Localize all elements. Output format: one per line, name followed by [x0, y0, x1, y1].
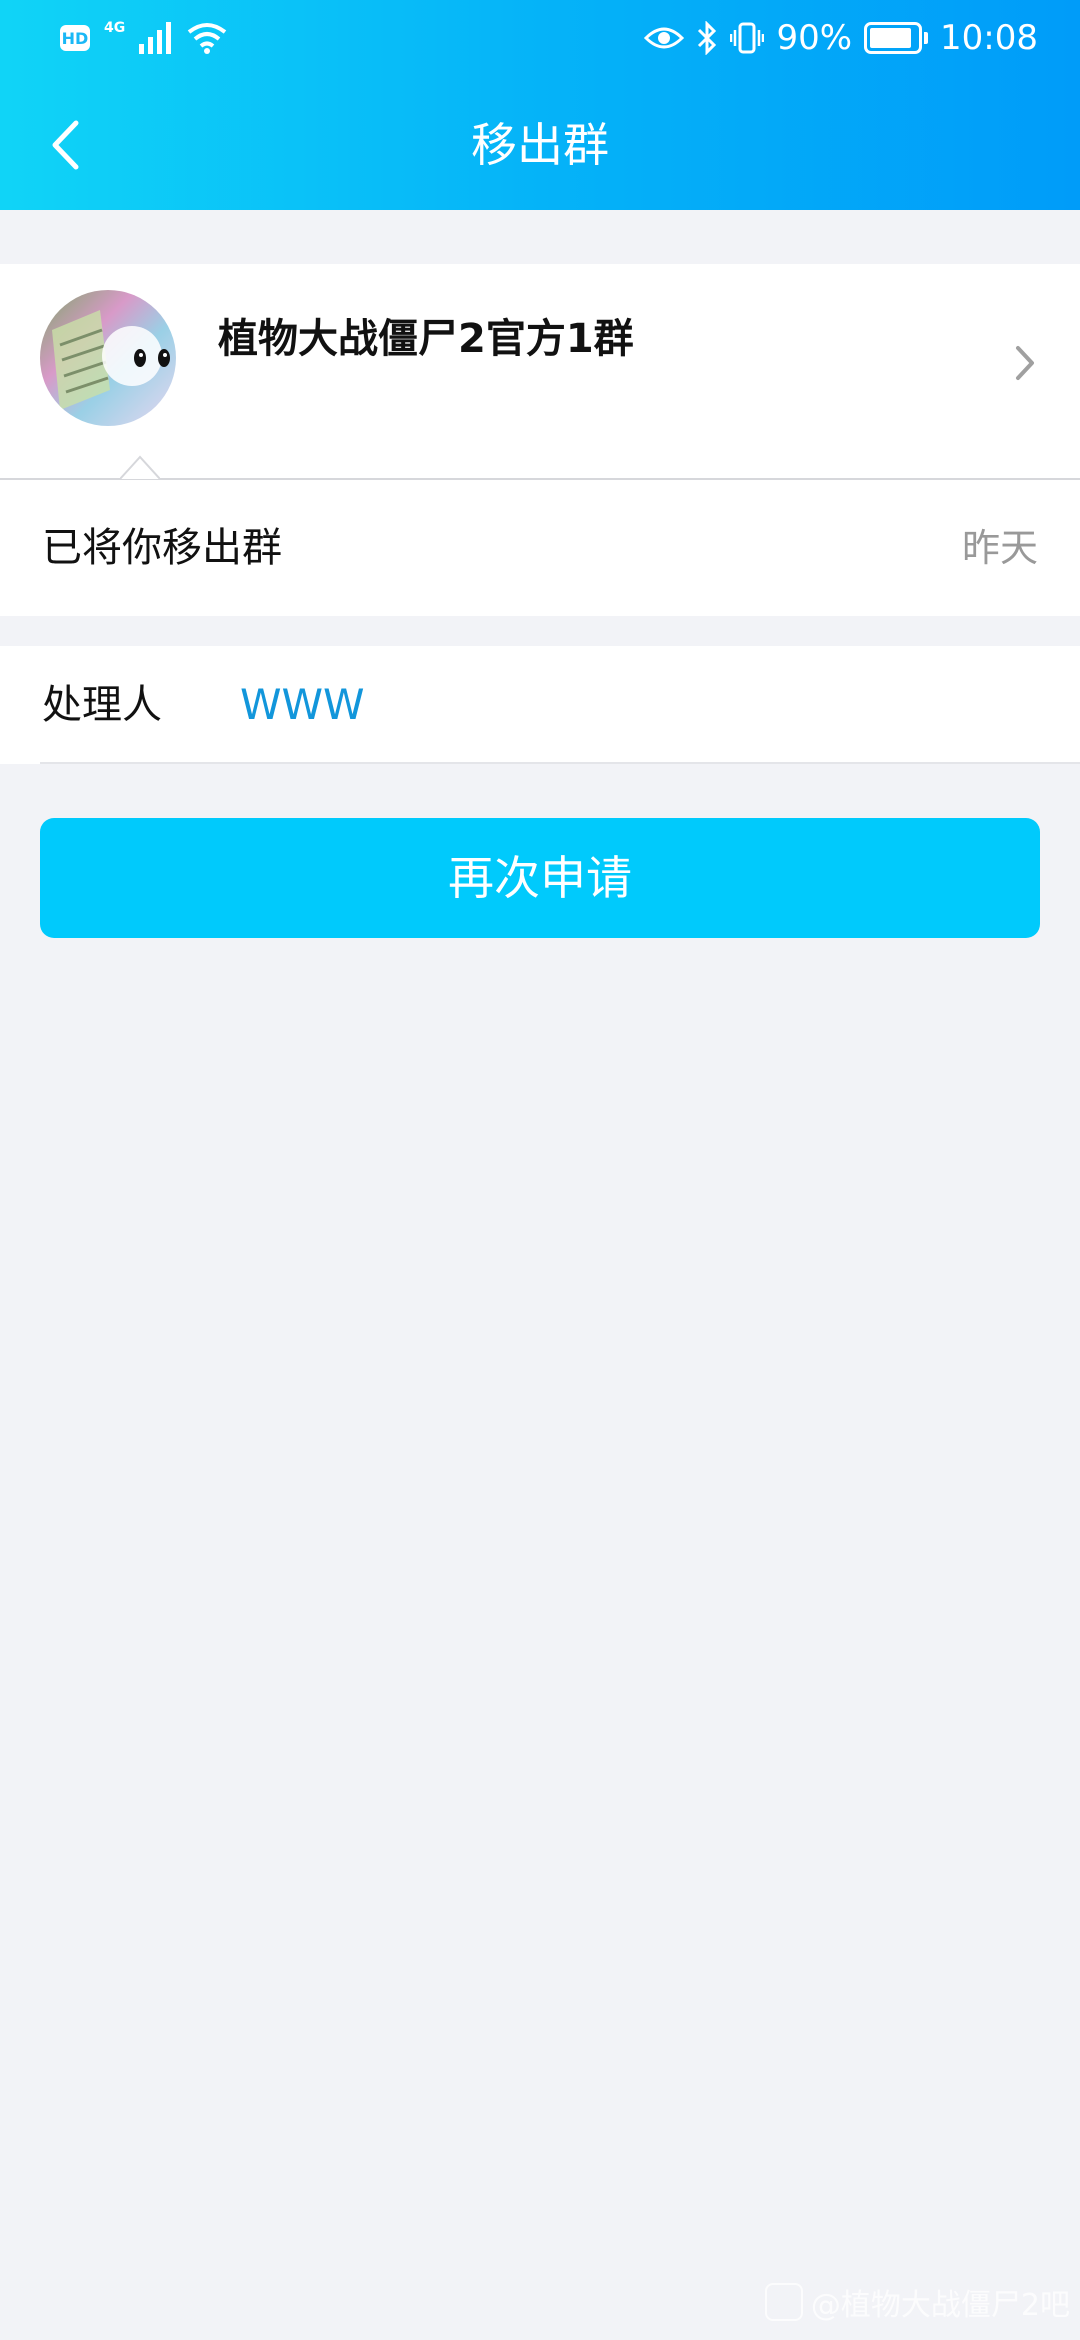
battery-icon — [864, 22, 929, 54]
status-bar: HD 4G 90% 10:08 — [0, 0, 1080, 80]
page-title: 移出群 — [471, 118, 609, 172]
bluetooth-icon — [698, 21, 717, 55]
apply-again-button[interactable]: 再次申请 — [40, 818, 1040, 938]
watermark-logo-icon — [764, 2283, 803, 2321]
group-info-row[interactable]: 植物大战僵尸2官方1群 — [0, 264, 1080, 480]
watermark-text: @植物大战僵尸2吧 — [810, 2288, 1070, 2323]
watermark: @植物大战僵尸2吧 — [764, 2280, 1070, 2324]
battery-percentage: 90% — [776, 18, 853, 58]
vibrate-icon — [730, 22, 765, 54]
network-type-label: 4G — [104, 20, 126, 36]
handler-label: 处理人 — [42, 682, 162, 728]
wifi-icon — [188, 23, 227, 54]
divider — [40, 762, 1080, 764]
handler-row: 处理人 WWW — [0, 646, 1080, 764]
chevron-right-icon — [1016, 346, 1034, 380]
status-right: 90% 10:08 — [644, 18, 1038, 58]
status-left: HD 4G — [60, 18, 227, 58]
notice-text: 已将你移出群 — [42, 525, 282, 571]
notice-time: 昨天 — [961, 526, 1038, 570]
nav-bar: 移出群 — [0, 80, 1080, 210]
status-time: 10:08 — [940, 18, 1038, 58]
header-bar: HD 4G 90% 10:08 移出群 — [0, 0, 1080, 210]
group-avatar — [40, 290, 176, 426]
notice-message-row: 已将你移出群 昨天 — [0, 480, 1080, 616]
signal-icon — [139, 22, 172, 54]
handler-name-link[interactable]: WWW — [240, 646, 365, 764]
hd-badge: HD — [60, 25, 90, 51]
eye-icon — [644, 27, 685, 49]
pointer-notch — [120, 455, 160, 479]
battery-level-fill — [870, 28, 911, 48]
group-name: 植物大战僵尸2官方1群 — [218, 316, 634, 362]
